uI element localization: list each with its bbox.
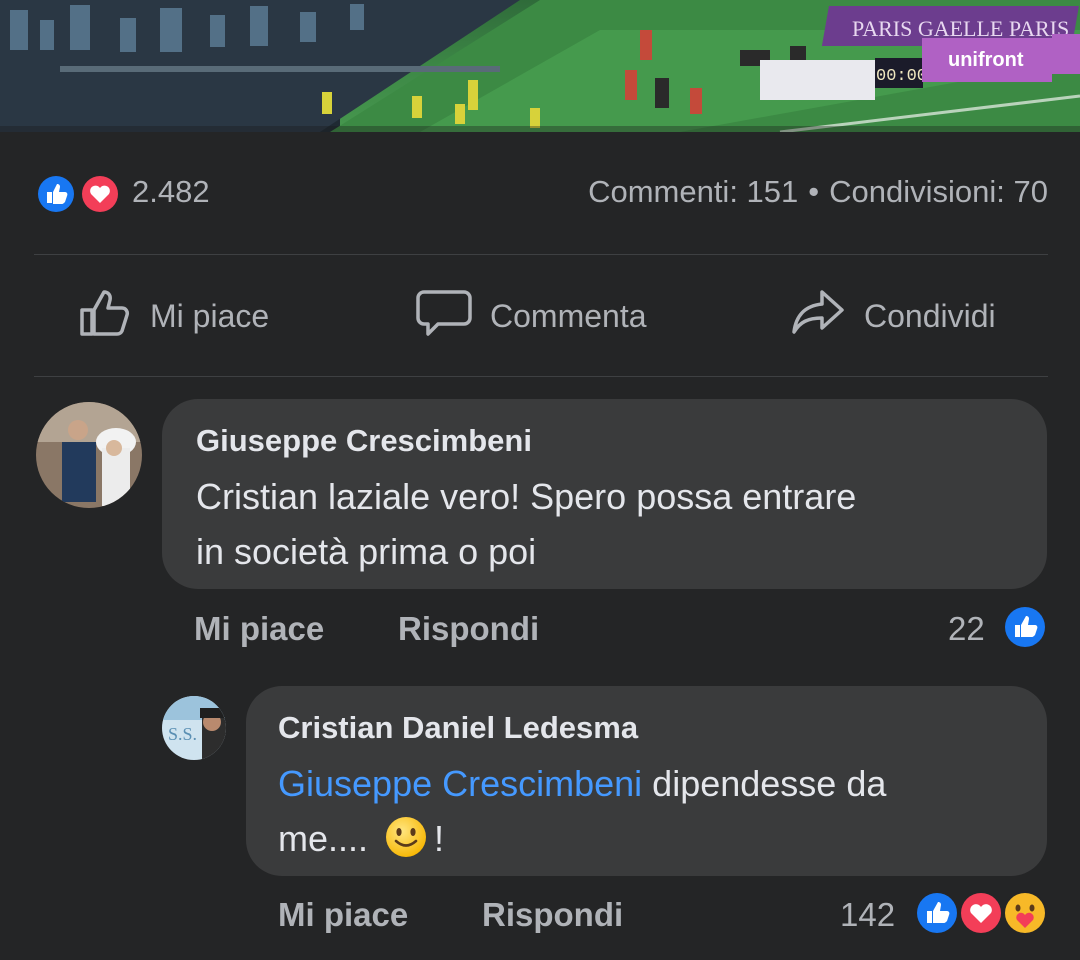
share-button-label: Condividi: [864, 297, 996, 334]
comment-author[interactable]: Giuseppe Crescimbeni: [196, 423, 532, 459]
reactions-stats-row: 2.482 Commenti: 151 • Condivisioni: 70: [34, 166, 1048, 220]
sponsor-text: unifront: [948, 49, 1024, 71]
smiling-face-emoji-icon: [384, 815, 428, 859]
comment-like-button[interactable]: Mi piace: [194, 610, 324, 648]
led-clock: 00:00: [876, 67, 927, 86]
divider-bottom: [34, 376, 1048, 377]
share-button[interactable]: Condividi: [790, 286, 996, 346]
comment-author[interactable]: Cristian Daniel Ledesma: [278, 710, 638, 746]
comment-reaction-count[interactable]: 22: [948, 610, 985, 648]
comment-bubble: Cristian Daniel Ledesma Giuseppe Crescim…: [246, 686, 1047, 876]
svg-text:S.S.: S.S.: [168, 724, 197, 744]
comment-reply-button[interactable]: Rispondi: [398, 610, 539, 648]
like-button[interactable]: Mi piace: [76, 286, 269, 346]
banner-text-1: PARIS GAELLE PARIS: [852, 16, 1069, 41]
like-button-label: Mi piace: [150, 297, 270, 334]
comments-count-link[interactable]: Commenti: 151: [588, 174, 798, 209]
reactions-count[interactable]: 2.482: [132, 174, 210, 210]
comment-text-line: in società prima o poi: [196, 531, 537, 572]
share-arrow-icon: [790, 284, 864, 348]
divider-top: [34, 254, 1048, 255]
speech-bubble-icon: [416, 284, 490, 348]
comment-button-label: Commenta: [490, 297, 647, 334]
comment-text: Cristian laziale vero! Spero possa entra…: [196, 469, 1036, 579]
comment-text-line: Giuseppe Crescimbeni dipendesse da: [278, 756, 1038, 811]
comment-text-line: Cristian laziale vero! Spero possa entra…: [196, 476, 857, 517]
facebook-post-view: PARIS GAELLE PARIS 00:00 unifront 2.482 …: [0, 0, 1080, 960]
avatar[interactable]: [36, 402, 142, 508]
comment-bubble: Giuseppe Crescimbeni Cristian laziale ve…: [162, 399, 1047, 589]
comment-text-fragment: me....: [278, 818, 369, 859]
comment-like-button[interactable]: Mi piace: [278, 896, 408, 934]
avatar[interactable]: S.S.: [162, 696, 226, 760]
comment-text: Giuseppe Crescimbeni dipendesse da me...…: [278, 756, 1038, 866]
comment-text-line: me.... !: [278, 811, 1038, 866]
comment-text-fragment: dipendesse da: [642, 763, 887, 804]
comment-button[interactable]: Commenta: [416, 286, 647, 346]
reaction-icons[interactable]: [34, 172, 126, 216]
shares-count-link[interactable]: Condivisioni: 70: [829, 174, 1048, 209]
separator-dot: •: [808, 174, 820, 209]
comment-reply-button[interactable]: Rispondi: [482, 896, 623, 934]
reaction-icons[interactable]: [914, 890, 1050, 941]
post-action-bar: Mi piace Commenta Condividi: [34, 278, 1048, 358]
comments-shares-stats: Commenti: 151 • Condivisioni: 70: [588, 174, 1048, 210]
thumbs-up-icon: [76, 284, 150, 348]
comment-text-fragment: !: [434, 818, 445, 859]
post-image[interactable]: PARIS GAELLE PARIS 00:00 unifront: [0, 0, 1080, 132]
comment-reaction-count[interactable]: 142: [840, 896, 895, 934]
like-reaction-icon: [1002, 604, 1048, 655]
mention-link[interactable]: Giuseppe Crescimbeni: [278, 763, 642, 804]
